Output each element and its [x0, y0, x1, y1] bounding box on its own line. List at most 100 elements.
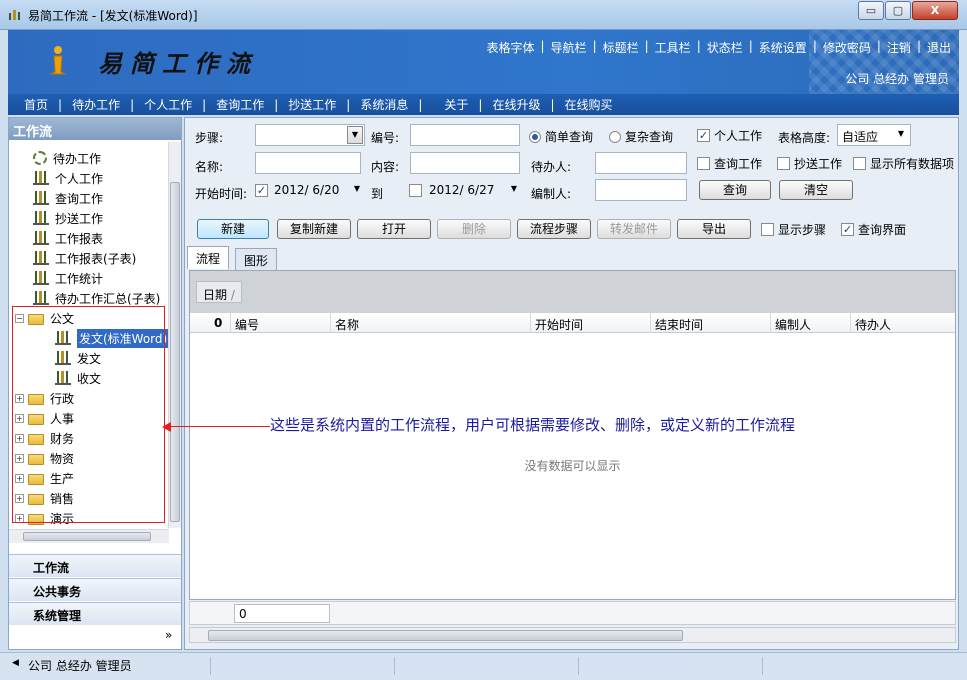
tab-flow[interactable]: 流程 — [187, 246, 230, 269]
table-height-label: 表格高度: — [778, 131, 831, 145]
column-header[interactable]: 名称 — [330, 313, 530, 333]
clear-button[interactable]: 清空 — [779, 180, 853, 200]
column-header[interactable]: 开始时间 — [530, 313, 650, 333]
highlight-box — [12, 306, 165, 523]
tree-item[interactable]: 工作报表(子表) — [33, 248, 136, 268]
column-header[interactable]: 待办人 — [850, 313, 954, 333]
query-button[interactable]: 查询 — [699, 180, 771, 200]
attachment-column-header[interactable]: 0 — [210, 313, 230, 333]
table-height-select[interactable]: 自适应 ▼ — [837, 124, 911, 146]
simple-query-radio[interactable]: 简单查询 — [529, 128, 593, 145]
column-header[interactable]: 结束时间 — [650, 313, 770, 333]
menu-home[interactable]: 首页 — [24, 96, 48, 113]
tree-item[interactable]: 抄送工作 — [33, 208, 103, 228]
content-input[interactable] — [410, 152, 520, 174]
dropdown-arrow-icon[interactable]: ▼ — [893, 126, 909, 144]
check-icon — [777, 157, 790, 170]
logo-icon — [46, 44, 70, 76]
tree-item[interactable]: 工作统计 — [33, 268, 103, 288]
menu-about[interactable]: 关于 — [444, 96, 468, 113]
tree-item[interactable]: 查询工作 — [33, 188, 103, 208]
grid-horizontal-scrollbar[interactable] — [189, 627, 956, 643]
check-icon: ✓ — [255, 184, 268, 197]
menu-cc[interactable]: 抄送工作 — [288, 96, 336, 113]
personal-work-checkbox[interactable]: ✓ 个人工作 — [697, 127, 762, 144]
editor-input[interactable] — [595, 179, 687, 201]
step-select[interactable]: ▼ — [255, 124, 365, 146]
link-change-password[interactable]: 修改密码 — [823, 39, 871, 56]
end-date-picker[interactable]: 2012/ 6/27 ▼ — [425, 180, 523, 202]
tree-item[interactable]: 待办工作汇总(子表) — [33, 288, 160, 308]
group-by-area: 日期 / — [190, 271, 955, 313]
link-exit[interactable]: 退出 — [927, 39, 951, 56]
status-left-arrow-icon[interactable]: ◀ — [12, 658, 19, 668]
query-ui-checkbox[interactable]: ✓ 查询界面 — [841, 221, 906, 238]
window-titlebar: 易简工作流 - [发文(标准Word)] ▭ ▢ X — [0, 0, 967, 30]
link-system-settings[interactable]: 系统设置 — [759, 39, 807, 56]
menu-purchase[interactable]: 在线购买 — [565, 96, 613, 113]
open-button[interactable]: 打开 — [357, 219, 431, 239]
tree-item[interactable]: 工作报表 — [33, 228, 103, 248]
check-icon — [761, 223, 774, 236]
dropdown-arrow-icon[interactable]: ▼ — [506, 181, 522, 199]
maximize-button[interactable]: ▢ — [885, 1, 911, 20]
link-tool-bar[interactable]: 工具栏 — [655, 39, 691, 56]
column-header[interactable]: 编号 — [230, 313, 330, 333]
group-chip-date[interactable]: 日期 / — [196, 281, 242, 303]
more-groups-icon[interactable]: » — [165, 628, 172, 642]
link-nav-bar[interactable]: 导航栏 — [551, 39, 587, 56]
show-all-checkbox[interactable]: 显示所有数据项 — [853, 155, 954, 172]
menu-todo[interactable]: 待办工作 — [72, 96, 120, 113]
tree-item[interactable]: 个人工作 — [33, 168, 103, 188]
dropdown-arrow-icon[interactable]: ▼ — [347, 126, 363, 144]
dropdown-arrow-icon[interactable]: ▼ — [349, 181, 365, 199]
check-icon — [853, 157, 866, 170]
menu-personal[interactable]: 个人工作 — [144, 96, 192, 113]
scroll-thumb[interactable] — [208, 630, 683, 641]
app-icon — [8, 7, 22, 21]
forward-mail-button[interactable]: 转发邮件 — [597, 219, 671, 239]
scroll-thumb[interactable] — [170, 182, 180, 522]
export-button[interactable]: 导出 — [677, 219, 751, 239]
new-button[interactable]: 新建 — [197, 219, 269, 239]
link-title-bar[interactable]: 标题栏 — [603, 39, 639, 56]
name-input[interactable] — [255, 152, 361, 174]
link-status-bar[interactable]: 状态栏 — [707, 39, 743, 56]
end-date-checkbox[interactable] — [409, 184, 426, 197]
link-logout[interactable]: 注销 — [887, 39, 911, 56]
scroll-thumb[interactable] — [23, 532, 151, 541]
step-label: 步骤: — [195, 131, 224, 145]
main-menu: 首页 | 待办工作 | 个人工作 | 查询工作 | 抄送工作 | 系统消息 | 关于 | 在线… — [8, 94, 959, 115]
tab-graph[interactable]: 图形 — [235, 248, 278, 270]
menu-upgrade[interactable]: 在线升级 — [492, 96, 540, 113]
cc-work-checkbox[interactable]: 抄送工作 — [777, 155, 842, 172]
menu-messages[interactable]: 系统消息 — [360, 96, 408, 113]
assignee-input[interactable] — [595, 152, 687, 174]
minimize-button[interactable]: ▭ — [858, 1, 884, 20]
number-input[interactable] — [410, 124, 520, 146]
link-table-font[interactable]: 表格字体 — [486, 39, 534, 56]
tree-vertical-scrollbar[interactable] — [168, 142, 181, 528]
nav-group-system-admin[interactable]: 系统管理 — [9, 602, 181, 625]
tree-horizontal-scrollbar[interactable] — [9, 529, 169, 543]
nav-group-public-affairs[interactable]: 公共事务 — [9, 578, 181, 601]
delete-button[interactable]: 删除 — [437, 219, 511, 239]
report-icon — [33, 171, 49, 185]
query-work-checkbox[interactable]: 查询工作 — [697, 155, 762, 172]
complex-query-radio[interactable]: 复杂查询 — [609, 128, 673, 145]
grid-footer: 0 — [189, 601, 956, 625]
start-date-picker[interactable]: 2012/ 6/20 ▼ — [270, 180, 366, 202]
report-icon — [33, 291, 49, 305]
banner-user-info: 公司 总经办 管理员 — [845, 72, 949, 86]
close-button[interactable]: X — [912, 1, 958, 20]
show-steps-checkbox[interactable]: 显示步骤 — [761, 221, 826, 238]
top-links: 表格字体 | 导航栏 | 标题栏 | 工具栏 | 状态栏 | 系统设置 | 修改密码 | 注销… — [486, 39, 951, 56]
annotation-arrow-icon — [162, 422, 171, 432]
copy-new-button[interactable]: 复制新建 — [277, 219, 351, 239]
column-header[interactable]: 编制人 — [770, 313, 850, 333]
nav-group-workflow[interactable]: 工作流 — [9, 554, 181, 577]
flow-steps-button[interactable]: 流程步骤 — [517, 219, 591, 239]
menu-query[interactable]: 查询工作 — [216, 96, 264, 113]
tree-item[interactable]: 待办工作 — [33, 148, 101, 168]
annotation-arrow-line — [170, 426, 270, 427]
